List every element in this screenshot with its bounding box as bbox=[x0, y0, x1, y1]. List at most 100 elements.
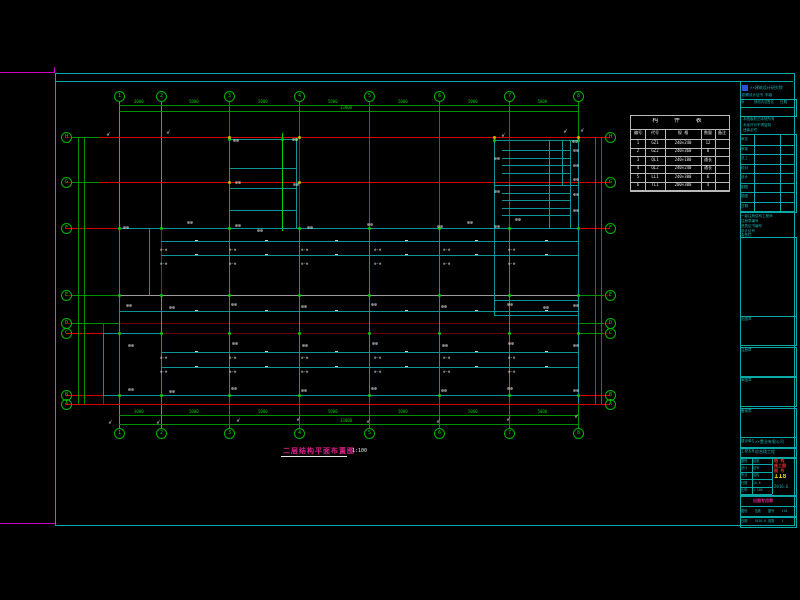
rebar-tag-cluster: ⊕⊕ bbox=[232, 342, 238, 347]
beam-text-mark bbox=[335, 366, 338, 367]
beam-text-mark bbox=[405, 240, 408, 241]
legend-cell bbox=[715, 165, 729, 173]
axis-bubble: 2 bbox=[156, 91, 167, 102]
legend-line bbox=[701, 130, 702, 191]
beam-text-mark bbox=[405, 254, 408, 255]
axis-line-red bbox=[509, 137, 510, 182]
leader-tag-diagonal: ⊕— bbox=[505, 415, 512, 422]
rebar-tag-cluster: ⊕⊕ bbox=[233, 139, 239, 144]
axis-bubble: 3 bbox=[224, 428, 235, 439]
beam-tag-pair: ⊕-⊕ bbox=[443, 355, 450, 360]
revision-header-cell: 序 bbox=[741, 100, 754, 105]
rebar-tag-cluster: ⊕⊕ bbox=[257, 229, 263, 234]
beam-text-mark bbox=[265, 366, 268, 367]
axis-bubble: 7 bbox=[504, 428, 515, 439]
signature-label: 校对 bbox=[741, 166, 754, 171]
rebar-tag-cluster: ⊕⊕ bbox=[573, 209, 579, 214]
drawing-title-underline bbox=[281, 456, 347, 457]
beam-tag-pair: ⊕-⊕ bbox=[508, 247, 515, 252]
beam-tag-pair: ⊕-⊕ bbox=[508, 355, 515, 360]
tb-line bbox=[740, 145, 795, 146]
beam-tag-pair: ⊕-⊕ bbox=[374, 369, 381, 374]
tb-line bbox=[740, 192, 795, 193]
beam-line bbox=[562, 140, 563, 185]
beam-line bbox=[494, 140, 578, 141]
dimension-text: 5000 bbox=[328, 410, 338, 414]
column-dot bbox=[577, 394, 580, 397]
axis-bubble: 7 bbox=[504, 91, 515, 102]
beam-tag-pair: ⊕-⊕ bbox=[374, 261, 381, 266]
legend-cell: GZ2 bbox=[645, 148, 665, 156]
rebar-tag-cluster: ⊕⊕ bbox=[128, 388, 134, 393]
dimension-line bbox=[119, 111, 578, 112]
axis-bubble: 4 bbox=[294, 91, 305, 102]
leader-tag-diagonal: ⊕— bbox=[579, 126, 586, 133]
rebar-tag-cluster: ⊕⊕ bbox=[573, 344, 579, 349]
column-dot bbox=[228, 332, 231, 335]
beam-tag-pair: ⊕-⊕ bbox=[160, 355, 167, 360]
company-name: ××建筑设计研究院 bbox=[750, 85, 794, 90]
structural-plan: 1122334455667788AABBCCDDEEFFGGHH30005000… bbox=[0, 0, 800, 600]
legend-cell: TL1 bbox=[645, 182, 665, 190]
beam-text-mark bbox=[405, 351, 408, 352]
bottom-grid-cell: 结施 bbox=[755, 509, 768, 514]
revision-header-cell: 日期 bbox=[780, 100, 793, 105]
tb-line bbox=[740, 173, 795, 174]
bottom-grid-cell: 1 bbox=[782, 519, 795, 524]
column-dot bbox=[368, 294, 371, 297]
info-value: 结构 bbox=[753, 473, 771, 478]
axis-bubble: 1 bbox=[114, 91, 125, 102]
column-dot-yellow bbox=[228, 181, 231, 184]
legend-cell: 240×360 bbox=[665, 148, 701, 156]
dimension-text: 5000 bbox=[468, 100, 478, 104]
leader-tag-diagonal: ⊕— bbox=[295, 415, 302, 422]
rebar-tag-cluster: ⊕⊕ bbox=[301, 389, 307, 394]
legend-title: 构 件 表 bbox=[631, 118, 729, 128]
column-dot bbox=[298, 294, 301, 297]
column-dot bbox=[118, 227, 121, 230]
tb-line bbox=[740, 472, 772, 473]
legend-cell: 12 bbox=[701, 140, 715, 148]
beam-text-mark bbox=[475, 254, 478, 255]
legend-cell: 6 bbox=[631, 182, 645, 190]
info-label: 比例 bbox=[741, 488, 752, 493]
beam-line bbox=[119, 333, 120, 395]
axis-bubble: 4 bbox=[294, 428, 305, 439]
axis-bubble: G bbox=[61, 177, 72, 188]
column-dot bbox=[508, 394, 511, 397]
axis-bubble: 8 bbox=[573, 91, 584, 102]
tb-line bbox=[740, 202, 795, 203]
info-value: 1:100 bbox=[753, 488, 771, 493]
axis-bubble: H bbox=[605, 132, 616, 143]
axis-bubble: 3 bbox=[224, 91, 235, 102]
column-dot bbox=[160, 227, 163, 230]
dimension-text: 5000 bbox=[258, 410, 268, 414]
axis-bubble: D bbox=[605, 318, 616, 329]
beam-text-mark bbox=[265, 240, 268, 241]
legend-cell: 5 bbox=[631, 174, 645, 182]
beam-line bbox=[229, 139, 296, 140]
stamp-box-label: 备案章 bbox=[741, 409, 771, 414]
column-dot bbox=[577, 294, 580, 297]
column-dot bbox=[298, 394, 301, 397]
beam-text-mark bbox=[545, 351, 548, 352]
column-dot bbox=[228, 227, 231, 230]
beam-tag-pair: ⊕-⊕ bbox=[301, 247, 308, 252]
legend-cell: 通长 bbox=[701, 157, 715, 165]
drawing-title: 二层结构平面布置图 bbox=[283, 446, 355, 456]
project-value: 综合楼工程 bbox=[755, 449, 794, 454]
axis-bubble: 2 bbox=[156, 428, 167, 439]
column-dot bbox=[160, 332, 163, 335]
beam-line bbox=[570, 140, 571, 228]
leader-tag-diagonal: ⊕— bbox=[235, 416, 242, 423]
legend-header: 数量 bbox=[701, 130, 715, 138]
beam-line bbox=[549, 140, 550, 228]
tb-line bbox=[752, 457, 753, 494]
dimension-text-total: 33000 bbox=[340, 106, 352, 110]
axis-line-red bbox=[100, 182, 610, 183]
titleblock-note: 违者必究 bbox=[743, 128, 793, 133]
axis-line-red bbox=[66, 404, 610, 405]
tb-line bbox=[740, 211, 795, 212]
column-dot bbox=[508, 294, 511, 297]
cad-viewport[interactable]: 1122334455667788AABBCCDDEEFFGGHH30005000… bbox=[0, 0, 800, 600]
